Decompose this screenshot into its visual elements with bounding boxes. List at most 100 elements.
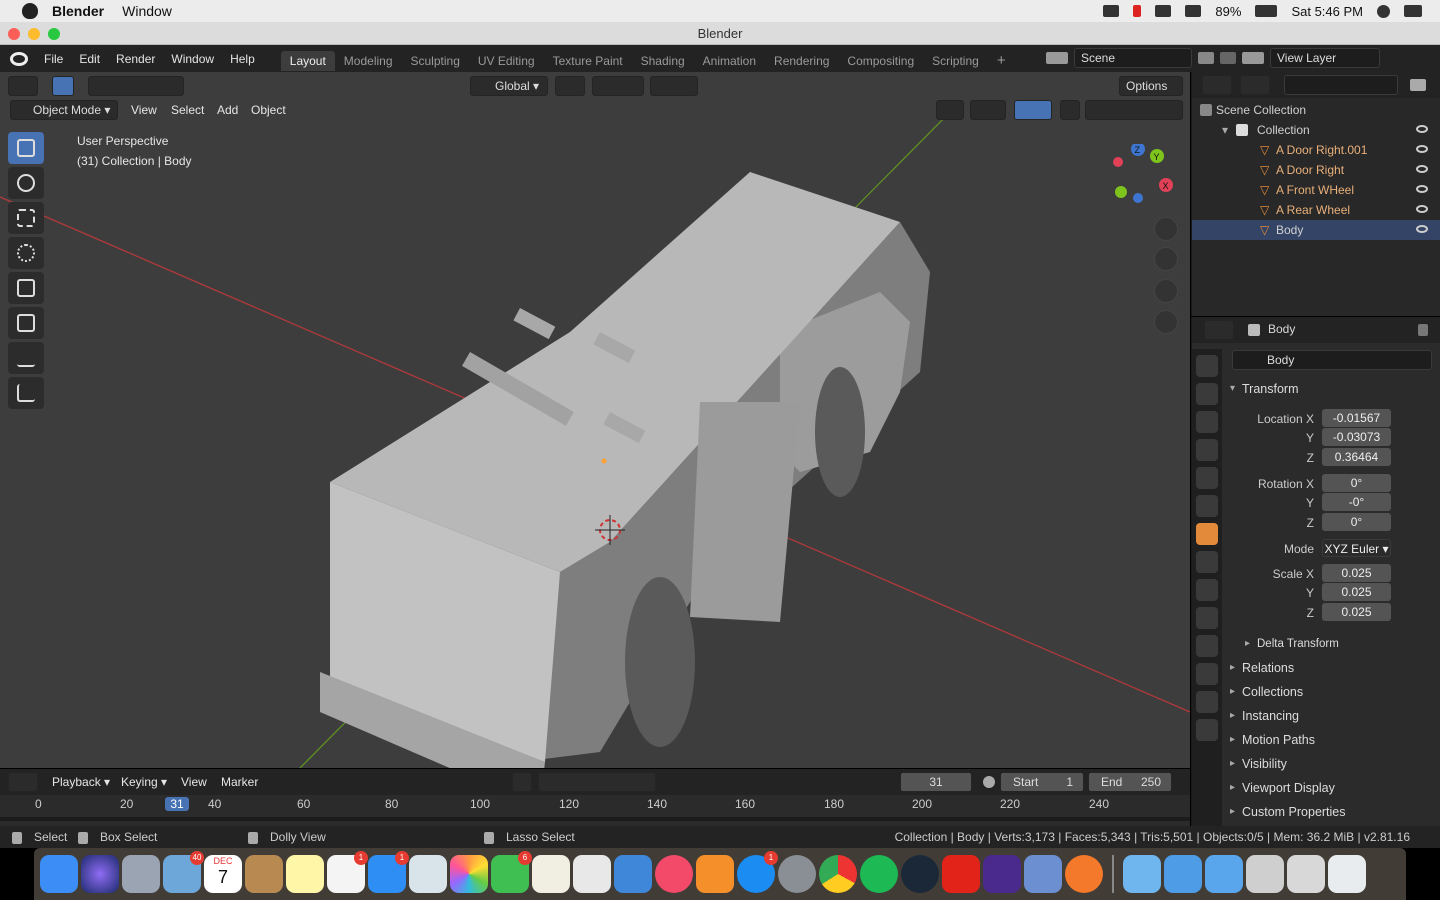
zoom-window-button[interactable] xyxy=(48,28,60,40)
visibility-eye-icon[interactable] xyxy=(1416,165,1428,173)
outliner-item-door-right-001[interactable]: ▽ A Door Right.001 xyxy=(1192,140,1440,160)
transform-tool-icon[interactable] xyxy=(8,307,44,339)
apple-icon[interactable] xyxy=(22,3,38,19)
object-tab-icon[interactable] xyxy=(1196,523,1218,545)
timeline-marker-menu[interactable]: Marker xyxy=(221,773,258,791)
options-dropdown[interactable]: Options ▾ xyxy=(1119,76,1183,111)
app-store-icon[interactable]: 1 xyxy=(737,851,778,893)
tab-compositing[interactable]: Compositing xyxy=(838,51,923,71)
select-mode-buttons[interactable] xyxy=(88,76,184,96)
outliner-item-door-right[interactable]: ▽ A Door Right xyxy=(1192,160,1440,180)
blender-dock-icon[interactable] xyxy=(1065,855,1103,893)
select-tool-mode-button[interactable] xyxy=(52,76,74,96)
folder-icon[interactable] xyxy=(1123,855,1161,893)
launchpad-icon[interactable] xyxy=(122,855,160,893)
viewport-scene[interactable] xyxy=(0,72,1190,768)
cursor-tool-icon[interactable] xyxy=(8,167,44,199)
imovie-icon[interactable] xyxy=(983,855,1021,893)
notes-icon[interactable] xyxy=(286,855,324,893)
outliner-search-input[interactable] xyxy=(1284,75,1398,95)
steam-icon[interactable] xyxy=(901,855,939,893)
texture-tab-icon[interactable] xyxy=(1196,719,1218,741)
pan-hand-icon[interactable] xyxy=(1154,247,1178,271)
view-layer-browse-icon[interactable] xyxy=(1242,52,1264,64)
proportional-editing-toggle[interactable] xyxy=(650,76,698,96)
visibility-eye-icon[interactable] xyxy=(1416,125,1428,133)
scale-z-field[interactable]: 0.025 xyxy=(1322,603,1391,621)
outliner-collection[interactable]: ▾ Collection xyxy=(1192,120,1440,140)
ortho-toggle-icon[interactable] xyxy=(1154,310,1178,334)
snap-toggle[interactable] xyxy=(592,76,644,96)
menu-help[interactable]: Help xyxy=(222,52,263,66)
pin-icon[interactable] xyxy=(1418,324,1428,336)
constraints-tab-icon[interactable] xyxy=(1196,635,1218,657)
battery-percent[interactable]: 89% xyxy=(1215,4,1241,19)
end-frame-field[interactable]: End 250 xyxy=(1088,772,1172,792)
object-name-field[interactable]: Body xyxy=(1232,350,1432,370)
outliner-item-body[interactable]: ▽ Body xyxy=(1192,220,1440,240)
tool-tab-icon[interactable] xyxy=(1196,355,1218,377)
preview-icon[interactable] xyxy=(409,855,447,893)
visibility-dropdown[interactable] xyxy=(936,100,964,120)
material-tab-icon[interactable] xyxy=(1196,691,1218,713)
tab-shading[interactable]: Shading xyxy=(632,51,694,71)
filter-icon[interactable] xyxy=(1410,79,1426,91)
rotation-mode-dropdown[interactable]: XYZ Euler ▾ xyxy=(1322,539,1391,557)
document-stack-icon[interactable] xyxy=(1287,855,1325,893)
scene-delete-icon[interactable] xyxy=(1220,52,1236,64)
scale-tool-icon[interactable] xyxy=(8,272,44,304)
menu-render[interactable]: Render xyxy=(108,52,163,66)
folder-icon[interactable] xyxy=(1205,855,1243,893)
visibility-eye-icon[interactable] xyxy=(1416,145,1428,153)
relations-section[interactable]: Relations xyxy=(1222,656,1440,680)
playhead-frame[interactable]: 31 xyxy=(165,797,189,811)
viewport-menu-add[interactable]: Add xyxy=(217,101,238,119)
object-data-tab-icon[interactable] xyxy=(1196,663,1218,685)
timeline-scrollbar[interactable] xyxy=(0,817,1190,821)
mail-icon[interactable]: 40 xyxy=(163,851,204,893)
record-button[interactable] xyxy=(512,772,532,792)
tab-scripting[interactable]: Scripting xyxy=(923,51,988,71)
navigation-gizmo[interactable]: Z Y X xyxy=(1105,144,1175,214)
instancing-section[interactable]: Instancing xyxy=(1222,704,1440,728)
camera-view-icon[interactable] xyxy=(1154,279,1178,303)
expand-arrow-icon[interactable]: ▾ xyxy=(1222,120,1228,140)
outliner-item-rear-wheel[interactable]: ▽ A Rear Wheel xyxy=(1192,200,1440,220)
particles-tab-icon[interactable] xyxy=(1196,579,1218,601)
vehicle-body-mesh[interactable] xyxy=(320,172,930,768)
gizmo-toggle[interactable] xyxy=(970,100,1006,120)
system-preferences-icon[interactable] xyxy=(778,855,816,893)
scene-browse-icon[interactable] xyxy=(1046,52,1068,64)
rotate-tool-icon[interactable] xyxy=(8,237,44,269)
creative-cloud-icon[interactable] xyxy=(1103,5,1120,17)
zoom-icon[interactable] xyxy=(1154,217,1178,241)
motion-paths-section[interactable]: Motion Paths xyxy=(1222,728,1440,752)
tab-rendering[interactable]: Rendering xyxy=(765,51,838,71)
start-frame-field[interactable]: Start 1 xyxy=(1000,772,1084,792)
textedit-icon[interactable] xyxy=(532,855,570,893)
airplay-icon[interactable] xyxy=(1185,5,1202,17)
annotate-tool-icon[interactable] xyxy=(8,342,44,374)
collections-section[interactable]: Collections xyxy=(1222,680,1440,704)
timeline-keying-menu[interactable]: Keying ▾ xyxy=(121,773,167,791)
itunes-icon[interactable] xyxy=(655,855,693,893)
scene-tab-icon[interactable] xyxy=(1196,467,1218,489)
mac-menu-window[interactable]: Window xyxy=(122,3,172,19)
render-tab-icon[interactable] xyxy=(1196,383,1218,405)
visibility-section[interactable]: Visibility xyxy=(1222,752,1440,776)
visibility-eye-icon[interactable] xyxy=(1416,185,1428,193)
siri-icon[interactable] xyxy=(81,855,119,893)
gizmo-neg-x-icon[interactable] xyxy=(1113,157,1123,167)
select-box-tool-icon[interactable] xyxy=(8,132,44,164)
tab-sculpting[interactable]: Sculpting xyxy=(402,51,469,71)
modifier-tab-icon[interactable] xyxy=(1196,551,1218,573)
view-layer-tab-icon[interactable] xyxy=(1196,439,1218,461)
viewport-menu-object[interactable]: Object xyxy=(251,101,286,119)
current-frame-field[interactable]: 31 xyxy=(900,772,972,792)
viewport-menu-view[interactable]: View xyxy=(131,101,157,119)
move-tool-icon[interactable] xyxy=(8,202,44,234)
visibility-eye-icon[interactable] xyxy=(1416,205,1428,213)
chrome-icon[interactable] xyxy=(819,855,857,893)
mac-app-name[interactable]: Blender xyxy=(52,3,104,19)
wifi-icon[interactable] xyxy=(1155,5,1172,17)
